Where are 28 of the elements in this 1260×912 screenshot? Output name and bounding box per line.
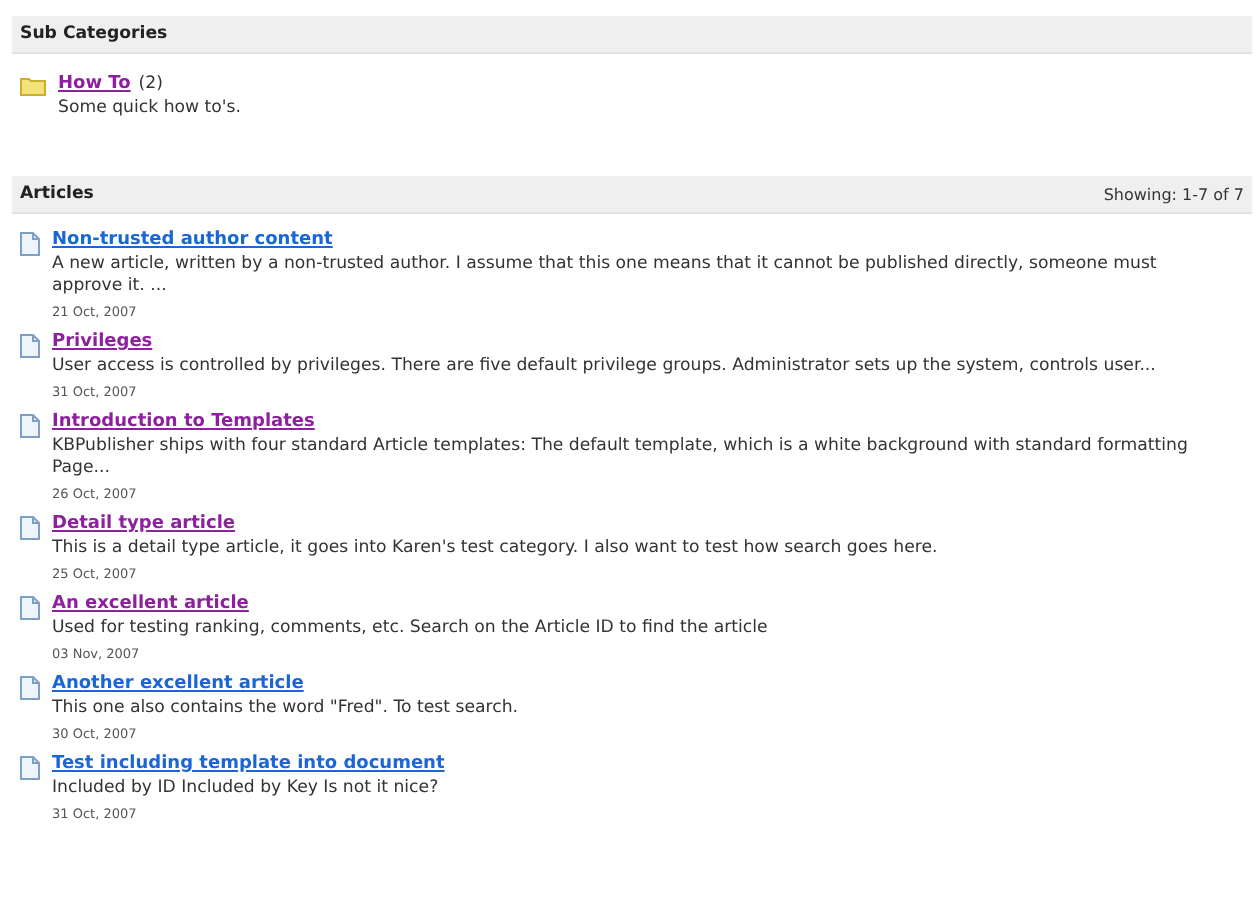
article-link[interactable]: Privileges — [52, 332, 153, 352]
document-icon — [20, 676, 40, 700]
section-title: Articles — [20, 184, 94, 204]
showing-count: Showing: 1-7 of 7 — [1103, 185, 1244, 203]
category-description: Some quick how to's. — [58, 98, 243, 120]
article-summary: KBPublisher ships with four standard Article templates: The default template, which is a white background with standard formatting Page... — [52, 436, 1190, 480]
article-summary: User access is controlled by privileges. There are five default privilege groups. Administrator sets up the system, controls user... — [52, 356, 1158, 378]
article-summary: This one also contains the word "Fred". To test search. — [52, 698, 520, 720]
article-summary: This is a detail type article, it goes into Karen's test category. I also want to test how search goes here. — [52, 538, 940, 560]
document-icon — [20, 756, 40, 780]
article-summary: Included by ID Included by Key Is not it nice? — [52, 778, 441, 800]
article-link[interactable]: Non-trusted author content — [52, 230, 333, 250]
document-icon — [20, 232, 40, 256]
article-link[interactable]: Introduction to Templates — [52, 412, 315, 432]
article-link[interactable]: An excellent article — [52, 594, 249, 614]
document-icon — [20, 414, 40, 438]
article-link[interactable]: Detail type article — [52, 514, 236, 534]
document-icon — [20, 334, 40, 358]
article-summary: Used for testing ranking, comments, etc. Search on the Article ID to find the article — [52, 618, 770, 640]
article-link[interactable]: Another excellent article — [52, 674, 304, 694]
folder-icon — [20, 76, 46, 96]
category-link[interactable]: How To — [58, 74, 131, 94]
section-title: Sub Categories — [20, 24, 168, 44]
document-icon — [20, 596, 40, 620]
item-count: (2) — [138, 74, 163, 94]
article-link[interactable]: Test including template into document — [52, 754, 445, 774]
document-icon — [20, 516, 40, 540]
article-summary: A new article, written by a non-trusted author. I assume that this one means that it cannot be published directly, someone must approve it. ... — [52, 254, 1159, 298]
